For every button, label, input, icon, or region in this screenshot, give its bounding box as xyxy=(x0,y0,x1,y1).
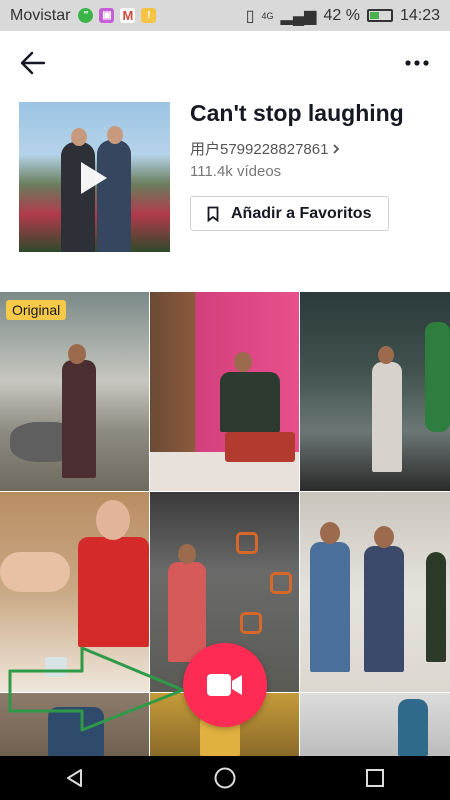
nav-back-button[interactable] xyxy=(55,758,95,798)
circle-home-icon xyxy=(214,767,236,789)
triangle-back-icon xyxy=(67,769,82,787)
navigation-bar xyxy=(0,756,450,800)
square-recents-icon xyxy=(366,769,384,787)
record-video-button[interactable] xyxy=(183,643,267,727)
video-camera-icon xyxy=(207,674,242,696)
nav-home-button[interactable] xyxy=(205,758,245,798)
nav-recents-button[interactable] xyxy=(355,758,395,798)
